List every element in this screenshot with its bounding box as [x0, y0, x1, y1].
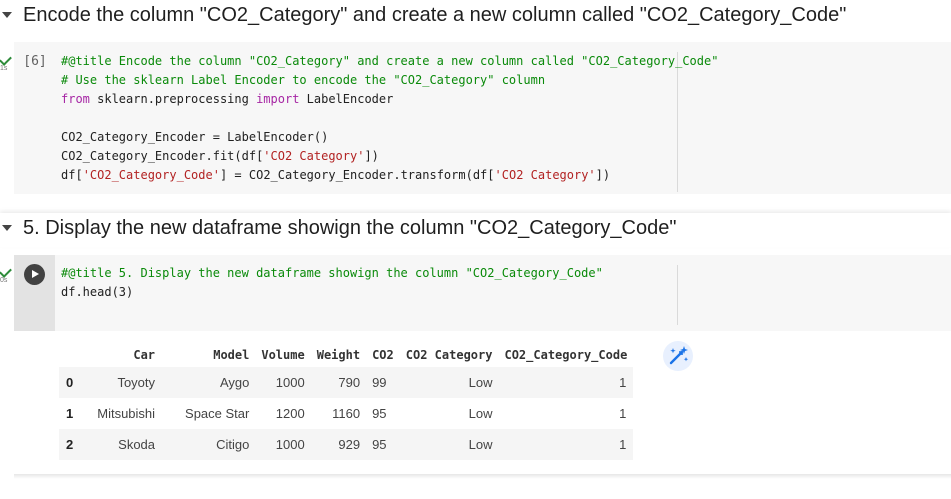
cell: 1000	[275, 437, 305, 452]
cell: 95	[372, 437, 387, 452]
section-header-display[interactable]: 5. Display the new dataframe showign the…	[0, 213, 951, 247]
code-cell-display[interactable]: #@title 5. Display the new dataframe sho…	[14, 255, 951, 331]
code-text: ] = CO2_Category_Encoder.transform(df[	[219, 168, 495, 182]
caret-down-icon[interactable]	[2, 12, 12, 18]
table-row: 2 Skoda Citigo 1000 929 95 Low 1	[59, 429, 634, 460]
code-cell-encode[interactable]: [6] #@title Encode the column "CO2_Categ…	[14, 42, 951, 194]
code-text: CO2_Category_Encoder.fit(df[	[61, 149, 264, 163]
cell: 1	[619, 375, 627, 390]
run-gutter	[14, 255, 55, 331]
table-row: 0 Toyoty Aygo 1000 790 99 Low 1	[59, 367, 634, 398]
cell: Low	[468, 375, 493, 390]
column-header: CO2 Category	[405, 348, 493, 362]
keyword-import: import	[256, 92, 300, 106]
exec-time: 0s	[0, 277, 8, 284]
cell: Aygo	[219, 375, 250, 390]
dataframe-table: Car Model Volume Weight CO2 CO2 Category…	[59, 343, 634, 460]
code-text: df[	[61, 168, 83, 182]
run-cell-button[interactable]	[24, 264, 45, 285]
row-index: 2	[66, 437, 74, 452]
table-header-row: Car Model Volume Weight CO2 CO2 Category…	[59, 343, 633, 367]
cell: 95	[372, 406, 387, 421]
cell: 790	[338, 375, 361, 390]
column-header: Volume	[261, 348, 305, 362]
code-line-5: CO2_Category_Encoder = LabelEncoder()	[61, 130, 329, 144]
magic-wand-icon	[669, 346, 689, 365]
code-text: LabelEncoder	[299, 92, 394, 106]
cell: 99	[372, 375, 387, 390]
column-ruler	[677, 265, 678, 325]
check-icon	[0, 53, 12, 66]
cell: 1200	[275, 406, 305, 421]
cell: Low	[468, 406, 493, 421]
column-header: Model	[213, 348, 250, 362]
code-line-1: #@title Encode the column "CO2_Category"…	[61, 54, 719, 68]
cell: Low	[468, 437, 493, 452]
cell: 1	[619, 437, 627, 452]
column-header: Car	[133, 348, 156, 362]
column-header: CO2	[372, 348, 394, 362]
row-index: 0	[66, 375, 74, 390]
code-editor[interactable]: #@title 5. Display the new dataframe sho…	[61, 264, 603, 302]
code-string: 'CO2 Category'	[263, 149, 365, 163]
section-title: 5. Display the new dataframe showign the…	[23, 217, 677, 239]
code-editor[interactable]: #@title Encode the column "CO2_Category"…	[61, 52, 718, 185]
cell: Mitsubishi	[97, 406, 156, 421]
code-line-1: #@title 5. Display the new dataframe sho…	[61, 266, 603, 280]
play-icon	[32, 270, 39, 278]
caret-down-icon[interactable]	[2, 225, 12, 231]
cell-output: Car Model Volume Weight CO2 CO2 Category…	[14, 331, 951, 476]
column-header: CO2_Category_Code	[504, 348, 628, 362]
check-icon	[0, 265, 12, 278]
row-index: 1	[66, 406, 74, 421]
cell: 1	[619, 406, 627, 421]
code-line-2: df.head(3)	[61, 285, 134, 299]
cell: 1160	[332, 406, 361, 421]
table-row: 1 Mitsubishi Space Star 1200 1160 95 Low…	[59, 398, 633, 429]
convert-to-interactive-table-button[interactable]	[663, 341, 693, 371]
cell-bottom-shadow	[14, 474, 951, 479]
cell: 1000	[275, 375, 305, 390]
code-string: 'CO2 Category'	[494, 168, 596, 182]
code-string: 'CO2_Category_Code'	[82, 168, 220, 182]
cell: Space Star	[185, 406, 250, 421]
column-header: Weight	[316, 348, 361, 362]
keyword-from: from	[61, 92, 90, 106]
cell: Skoda	[118, 437, 156, 452]
code-line-2: # Use the sklearn Label Encoder to encod…	[61, 73, 546, 87]
section-title: Encode the column "CO2_Category" and cre…	[23, 4, 847, 26]
exec-time: 1s	[0, 65, 8, 72]
section-header-encode[interactable]: Encode the column "CO2_Category" and cre…	[0, 0, 951, 34]
cell: Toyoty	[117, 375, 156, 390]
code-text: ])	[364, 149, 379, 163]
cell: 929	[338, 437, 361, 452]
execution-count: [6]	[23, 54, 47, 69]
code-text: ])	[595, 168, 611, 182]
column-header	[59, 343, 79, 367]
cell: Citigo	[216, 437, 250, 452]
code-text: sklearn.preprocessing	[89, 92, 257, 106]
